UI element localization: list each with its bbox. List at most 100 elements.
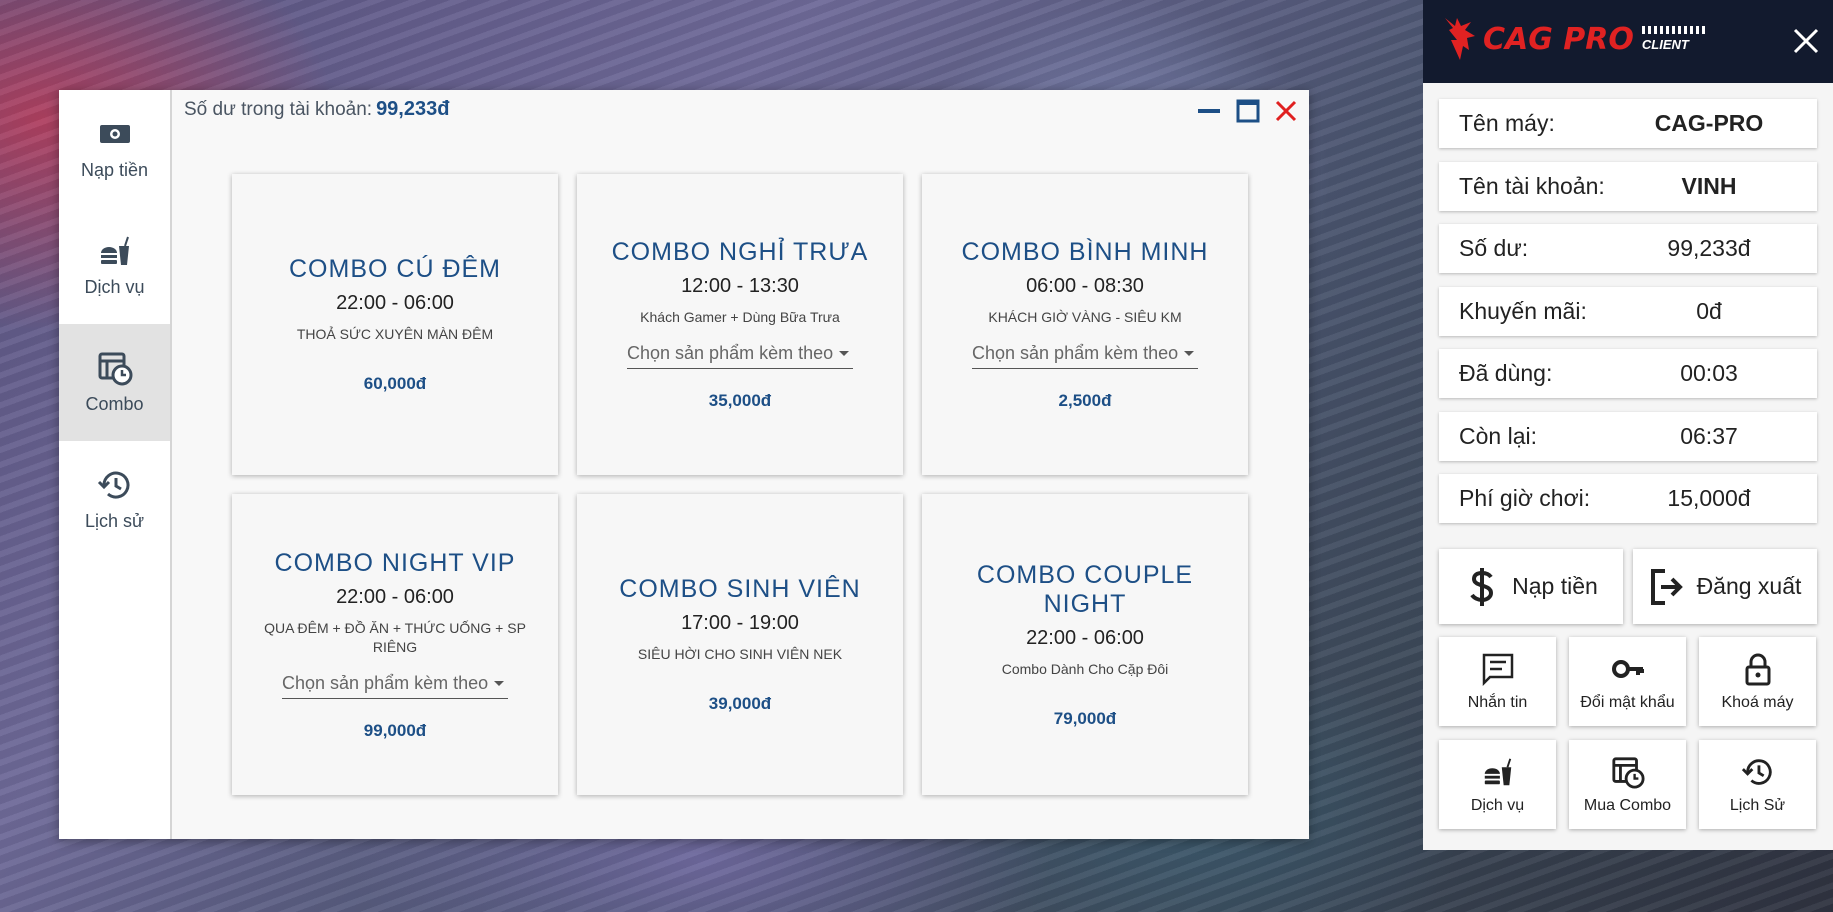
info-row-account-name: Tên tài khoản: VINH	[1439, 162, 1817, 211]
message-button[interactable]: Nhắn tin	[1439, 637, 1556, 726]
change-password-button[interactable]: Đổi mật khẩu	[1569, 637, 1686, 726]
info-value: 0đ	[1696, 298, 1722, 324]
client-badge: CLIENT	[1641, 26, 1706, 52]
food-drink-icon	[1484, 757, 1511, 785]
combo-description: Combo Dành Cho Cặp Đôi	[1001, 660, 1169, 677]
info-value: CAG-PRO	[1654, 110, 1764, 136]
info-row-time-used: Đã dùng: 00:03	[1439, 349, 1817, 398]
combo-description: Khách Gamer + Dùng Bữa Trưa	[640, 309, 840, 325]
topup-button[interactable]: Nạp tiền	[1439, 549, 1623, 624]
nav-item-label: Dịch vụ	[84, 277, 145, 297]
info-label: Khuyến mãi:	[1459, 298, 1587, 324]
close-icon[interactable]	[1273, 98, 1299, 124]
combo-title: COMBO SINH VIÊN	[619, 575, 861, 603]
addon-product-select[interactable]: Chọn sản phẩm kèm theo	[282, 671, 508, 699]
addon-product-select[interactable]: Chọn sản phẩm kèm theo	[627, 341, 853, 369]
client-side-panel: CAG PRO CLIENT Tên máy: CAG-PRO Tên tài …	[1423, 0, 1833, 850]
brand-logo: CAG PRO CLIENT	[1443, 16, 1706, 62]
combo-description: QUA ĐÊM + ĐỒ ĂN + THỨC UỐNG + SP RIÊNG	[264, 619, 526, 655]
info-value: VINH	[1681, 173, 1737, 199]
info-row-hourly-fee: Phí giờ chơi: 15,000đ	[1439, 474, 1817, 523]
brand-name: CAG PRO	[1483, 21, 1634, 57]
button-label: Khoá máy	[1721, 693, 1794, 711]
chevron-down-icon	[839, 351, 849, 356]
addon-product-select[interactable]: Chọn sản phẩm kèm theo	[972, 341, 1198, 369]
nav-item-combo[interactable]: Combo	[59, 324, 170, 441]
combo-description: THOẢ SỨC XUYÊN MÀN ĐÊM	[296, 326, 494, 342]
info-label: Tên tài khoản:	[1459, 173, 1605, 199]
badge-stripes	[1641, 26, 1706, 34]
select-placeholder: Chọn sản phẩm kèm theo	[282, 672, 489, 693]
combo-description: SIÊU HỜI CHO SINH VIÊN NEK	[637, 646, 843, 662]
select-placeholder: Chọn sản phẩm kèm theo	[972, 343, 1179, 363]
lock-machine-button[interactable]: Khoá máy	[1699, 637, 1816, 726]
combo-description: KHÁCH GIỜ VÀNG - SIÊU KM	[988, 309, 1182, 325]
info-label: Đã dùng:	[1459, 360, 1553, 386]
combo-price: 60,000đ	[363, 374, 427, 393]
dollar-icon	[1470, 567, 1494, 606]
nav-item-history[interactable]: Lịch sử	[59, 441, 170, 558]
combo-time: 12:00 - 13:30	[681, 275, 799, 297]
chevron-down-icon	[1184, 351, 1194, 356]
combo-card[interactable]: COMBO CÚ ĐÊM 22:00 - 06:00 THOẢ SỨC XUYÊ…	[232, 174, 558, 475]
minimize-icon[interactable]	[1196, 98, 1222, 124]
maximize-icon[interactable]	[1235, 98, 1261, 124]
combo-grid: COMBO CÚ ĐÊM 22:00 - 06:00 THOẢ SỨC XUYÊ…	[232, 174, 1248, 795]
logout-button[interactable]: Đăng xuất	[1633, 549, 1817, 624]
combo-card[interactable]: COMBO SINH VIÊN 17:00 - 19:00 SIÊU HỜI C…	[577, 494, 903, 795]
combo-price: 79,000đ	[1053, 708, 1117, 728]
buy-combo-button[interactable]: Mua Combo	[1569, 740, 1686, 829]
combo-card[interactable]: COMBO NGHỈ TRƯA 12:00 - 13:30 Khách Game…	[577, 174, 903, 475]
info-value: 00:03	[1680, 360, 1738, 386]
combo-title: COMBO CÚ ĐÊM	[289, 255, 501, 283]
nav-item-services[interactable]: Dịch vụ	[59, 207, 170, 324]
content-area: Số dư trong tài khoản: 99,233đ COMBO CÚ Đ…	[172, 90, 1309, 839]
info-row-time-remaining: Còn lại: 06:37	[1439, 412, 1817, 461]
info-row-promotion: Khuyến mãi: 0đ	[1439, 287, 1817, 336]
services-button[interactable]: Dịch vụ	[1439, 740, 1556, 829]
combo-price: 39,000đ	[708, 694, 772, 713]
nav-item-label: Lịch sử	[84, 511, 145, 531]
combo-title: COMBO COUPLE NIGHT	[976, 560, 1194, 618]
food-drink-icon	[100, 236, 129, 265]
button-label: Mua Combo	[1583, 796, 1672, 814]
nav-item-label: Combo	[85, 394, 144, 414]
message-icon	[1482, 653, 1513, 686]
history-icon	[97, 471, 129, 499]
combo-window: Nạp tiền Dịch vụ Combo Lịch sử Số dư tro…	[59, 90, 1309, 839]
key-icon	[1611, 659, 1644, 678]
combo-card[interactable]: COMBO COUPLE NIGHT 22:00 - 06:00 Combo D…	[922, 494, 1248, 795]
info-label: Còn lại:	[1459, 423, 1537, 449]
combo-title: COMBO BÌNH MINH	[961, 238, 1209, 266]
combo-price: 35,000đ	[708, 391, 772, 410]
combo-calendar-icon	[98, 352, 132, 386]
balance-value: 99,233đ	[376, 98, 450, 120]
button-label: Nhắn tin	[1467, 693, 1528, 711]
combo-title: COMBO NIGHT VIP	[274, 548, 516, 577]
combo-calendar-icon	[1611, 756, 1645, 789]
combo-time: 22:00 - 06:00	[336, 585, 454, 608]
history-button[interactable]: Lịch Sử	[1699, 740, 1816, 829]
nav-item-topup[interactable]: Nạp tiền	[59, 90, 170, 207]
info-label: Phí giờ chơi:	[1459, 485, 1591, 511]
client-label: CLIENT	[1641, 37, 1689, 52]
account-balance: Số dư trong tài khoản: 99,233đ	[184, 98, 449, 121]
dragon-logo-icon	[1445, 18, 1475, 60]
chevron-down-icon	[494, 680, 504, 686]
info-value: 15,000đ	[1667, 485, 1751, 511]
panel-header: CAG PRO CLIENT	[1423, 0, 1833, 83]
combo-price: 99,000đ	[363, 720, 427, 740]
logout-label: Đăng xuất	[1696, 573, 1802, 599]
info-label: Tên máy:	[1459, 110, 1555, 136]
select-placeholder: Chọn sản phẩm kèm theo	[627, 343, 834, 363]
combo-time: 17:00 - 19:00	[681, 612, 799, 634]
combo-title: COMBO NGHỈ TRƯA	[611, 238, 869, 266]
logout-icon	[1650, 568, 1683, 605]
combo-card[interactable]: COMBO BÌNH MINH 06:00 - 08:30 KHÁCH GIỜ …	[922, 174, 1248, 475]
combo-time: 22:00 - 06:00	[336, 292, 454, 314]
close-icon[interactable]	[1792, 27, 1820, 55]
button-label: Dịch vụ	[1470, 796, 1525, 814]
combo-card[interactable]: COMBO NIGHT VIP 22:00 - 06:00 QUA ĐÊM + …	[232, 494, 558, 795]
lock-icon	[1745, 653, 1770, 685]
left-nav: Nạp tiền Dịch vụ Combo Lịch sử	[59, 90, 172, 839]
